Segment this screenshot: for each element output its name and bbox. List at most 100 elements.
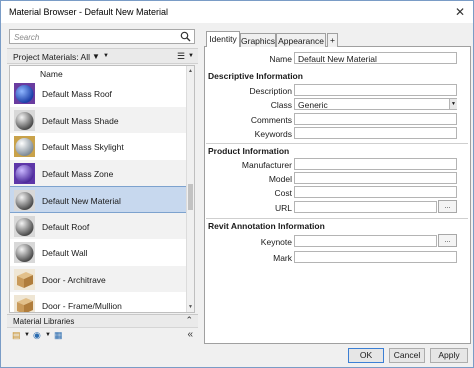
add-tab-button[interactable]: +	[327, 33, 338, 47]
list-item[interactable]: Default Mass Roof	[10, 80, 188, 107]
keynote-row: Keynote ...	[205, 234, 470, 248]
column-header[interactable]: Name	[10, 66, 188, 80]
list-item[interactable]: Default Roof	[10, 212, 188, 239]
list-item[interactable]: Default Mass Zone	[10, 159, 188, 186]
list-item[interactable]: Default Mass Shade	[10, 106, 188, 133]
descriptive-info-header: Descriptive Information	[208, 71, 303, 81]
close-icon[interactable]: ✕	[455, 5, 465, 19]
window-title: Material Browser - Default New Material	[9, 7, 169, 17]
filter-icon[interactable]: ▼	[92, 52, 100, 61]
url-field[interactable]	[294, 201, 437, 213]
material-thumbnail-icon	[14, 190, 35, 211]
chevron-down-icon[interactable]: ▼	[24, 332, 30, 338]
comments-row: Comments	[205, 113, 470, 126]
collapse-left-icon[interactable]: «	[187, 329, 193, 340]
chevron-down-icon[interactable]: ▼	[45, 332, 51, 338]
keywords-field[interactable]	[294, 127, 457, 139]
material-name: Door - Frame/Mullion	[42, 301, 122, 311]
scroll-up-icon[interactable]: ▲	[188, 68, 193, 74]
apply-button[interactable]: Apply	[430, 348, 468, 363]
material-libraries-label: Material Libraries	[13, 317, 75, 326]
class-label: Class	[270, 100, 292, 110]
model-field[interactable]	[294, 172, 457, 184]
keynote-browse-button[interactable]: ...	[438, 234, 457, 247]
product-info-header: Product Information	[208, 146, 290, 156]
model-label: Model	[268, 174, 292, 184]
tab-identity[interactable]: Identity	[206, 31, 240, 48]
keywords-label: Keywords	[254, 129, 292, 139]
list-item[interactable]: Default Mass Skylight	[10, 133, 188, 160]
model-row: Model	[205, 172, 470, 185]
material-name: Default Mass Roof	[42, 89, 112, 99]
cost-label: Cost	[274, 188, 292, 198]
ok-button[interactable]: OK	[348, 348, 384, 363]
search-input[interactable]: Search	[9, 29, 195, 44]
manufacturer-label: Manufacturer	[241, 160, 292, 170]
name-column-label: Name	[40, 69, 63, 79]
open-library-icon[interactable]: ▤	[12, 330, 21, 341]
cost-field[interactable]	[294, 186, 457, 198]
comments-label: Comments	[250, 115, 292, 125]
material-thumbnail-icon	[14, 162, 35, 184]
material-browser-window: Material Browser - Default New Material …	[0, 0, 474, 368]
search-placeholder: Search	[14, 33, 40, 42]
project-materials-label: Project Materials: All	[13, 52, 90, 62]
scroll-down-icon[interactable]: ▼	[188, 304, 193, 310]
tab-graphics[interactable]: Graphics	[240, 33, 276, 47]
description-label: Description	[249, 86, 292, 96]
material-libraries-bar: Material Libraries ⌃	[7, 314, 198, 327]
scrollbar-thumb[interactable]	[188, 184, 193, 210]
properties-panel: Identity Graphics Appearance + Name Defa…	[204, 27, 471, 344]
url-browse-button[interactable]: ...	[438, 200, 457, 213]
material-name: Default Mass Skylight	[42, 142, 124, 152]
description-field[interactable]	[294, 84, 457, 96]
mark-row: Mark	[205, 251, 470, 264]
section-divider	[206, 143, 468, 144]
material-thumbnail-icon	[14, 242, 35, 263]
material-name: Default New Material	[42, 196, 121, 206]
list-item[interactable]: Door - Architrave	[10, 265, 188, 292]
class-row: Class Generic ▼	[205, 98, 470, 111]
collapse-up-icon[interactable]: ⌃	[185, 315, 193, 326]
cancel-button[interactable]: Cancel	[389, 348, 425, 363]
material-thumbnail-icon	[14, 109, 35, 131]
list-view-icon[interactable]: ☰	[177, 51, 185, 62]
class-select[interactable]: Generic	[294, 98, 457, 110]
material-name: Default Roof	[42, 221, 90, 232]
manufacturer-field[interactable]	[294, 158, 457, 170]
mark-field[interactable]	[294, 251, 457, 263]
material-thumbnail-icon	[14, 268, 35, 290]
create-material-icon[interactable]: ◉	[33, 330, 41, 341]
material-thumbnail-icon	[14, 215, 35, 237]
mark-label: Mark	[273, 253, 292, 263]
url-row: URL ...	[205, 200, 470, 214]
list-item[interactable]: Default New Material	[10, 186, 188, 213]
keynote-field[interactable]	[294, 235, 437, 247]
list-item[interactable]: Default Wall	[10, 239, 188, 266]
name-row: Name Default New Material	[205, 52, 470, 65]
manufacturer-row: Manufacturer	[205, 158, 470, 171]
tab-strip: Identity Graphics Appearance +	[204, 31, 471, 48]
url-label: URL	[274, 203, 292, 213]
name-field[interactable]: Default New Material	[294, 52, 457, 64]
list-item[interactable]: Door - Frame/Mullion	[10, 292, 188, 312]
keynote-label: Keynote	[260, 237, 292, 247]
chevron-down-icon[interactable]: ▼	[103, 53, 109, 59]
comments-field[interactable]	[294, 113, 457, 125]
asset-browser-icon[interactable]: ▦	[54, 330, 63, 341]
material-name: Door - Architrave	[42, 274, 106, 285]
tab-appearance[interactable]: Appearance	[276, 33, 326, 47]
project-materials-bar: Project Materials: All ▼ ▼ ☰ ▼	[7, 48, 198, 64]
material-thumbnail-icon	[14, 136, 35, 157]
name-label: Name	[269, 54, 292, 64]
material-thumbnail-icon	[14, 295, 35, 312]
vertical-scrollbar[interactable]: ▲ ▼	[186, 66, 194, 312]
material-name: Default Mass Zone	[42, 168, 114, 179]
chevron-down-icon[interactable]: ▼	[188, 53, 194, 59]
dialog-footer: OK Cancel Apply	[1, 346, 473, 367]
search-icon[interactable]	[180, 31, 191, 42]
material-list-panel: Search Project Materials: All ▼ ▼ ☰ ▼ Na…	[7, 27, 198, 345]
chevron-down-icon[interactable]: ▼	[449, 99, 457, 109]
material-list: Name Default Mass Roof Default Mass Shade…	[9, 65, 195, 313]
material-thumbnail-icon	[14, 83, 35, 104]
